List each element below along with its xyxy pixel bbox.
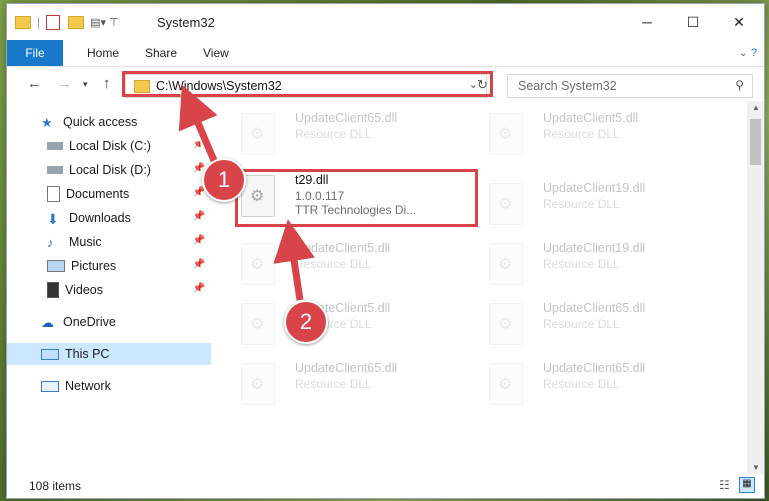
annotation-arrows xyxy=(178,84,315,306)
step-badge-2: 2 xyxy=(284,300,328,344)
step-badge-1: 1 xyxy=(202,158,246,202)
